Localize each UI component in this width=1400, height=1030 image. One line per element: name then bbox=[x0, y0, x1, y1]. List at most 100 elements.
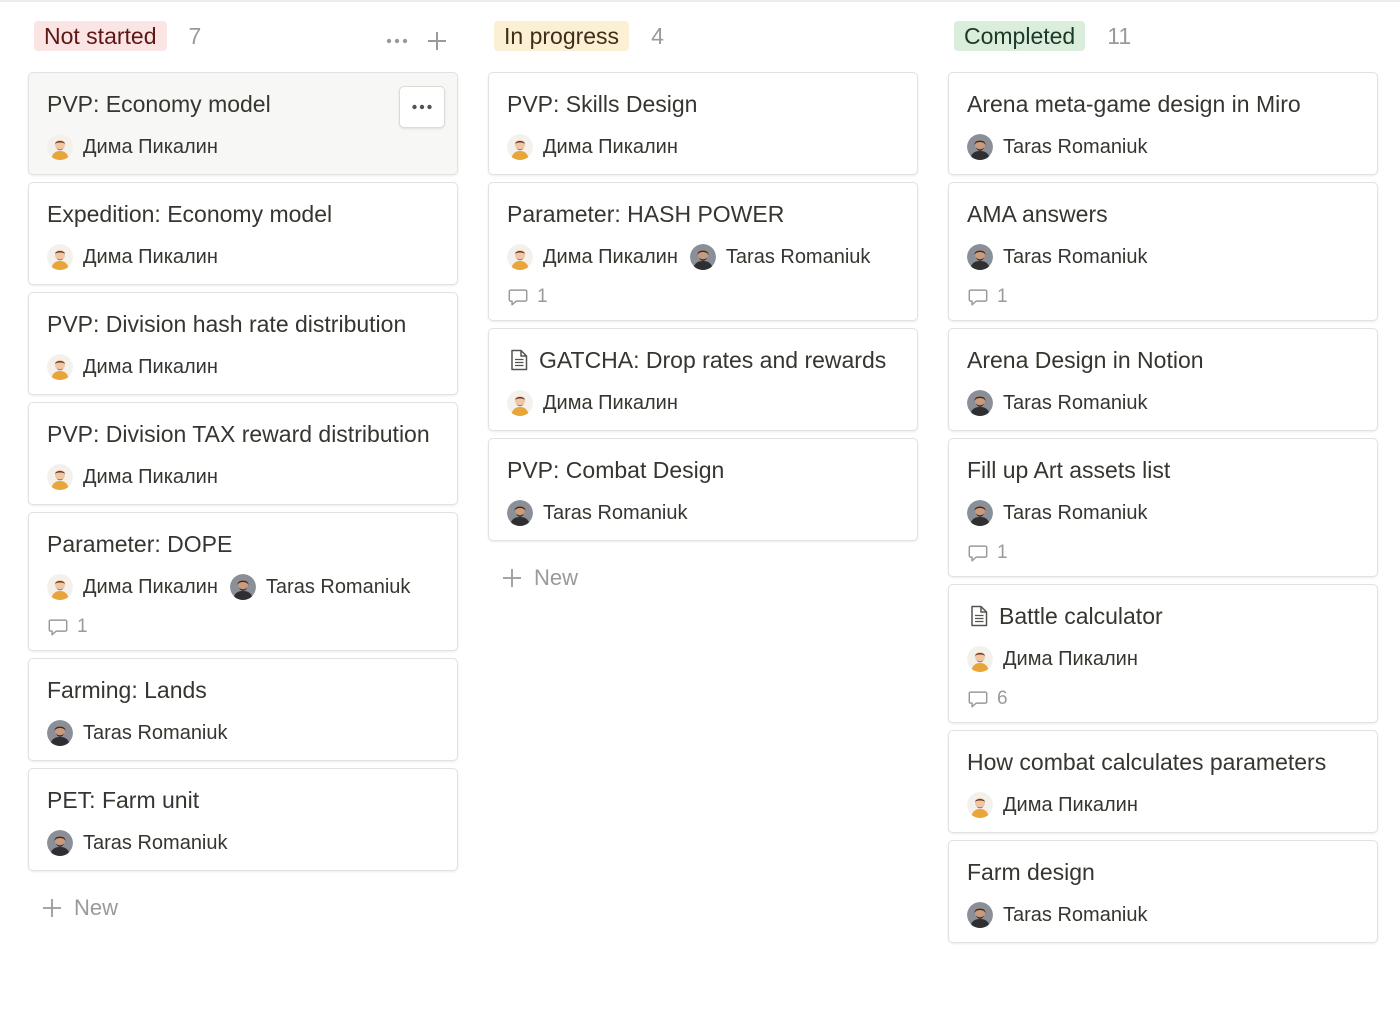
assignee: Дима Пикалин bbox=[967, 646, 1138, 672]
assignees: Taras Romaniuk bbox=[967, 496, 1359, 530]
assignees: Дима Пикалин Taras Romaniuk bbox=[507, 240, 899, 274]
kanban-board: Not started 7 PVP: Economy model Дима Пикал… bbox=[28, 0, 1378, 943]
task-card[interactable]: Parameter: DOPE Дима Пикалин Taras Romaniu… bbox=[28, 512, 458, 651]
avatar bbox=[47, 134, 73, 160]
assignee: Taras Romaniuk bbox=[967, 134, 1148, 160]
comment-indicator: 6 bbox=[967, 686, 1359, 712]
task-card[interactable]: PVP: Division TAX reward distribution Дим… bbox=[28, 402, 458, 505]
assignee-name: Дима Пикалин bbox=[1003, 647, 1138, 670]
assignee-name: Taras Romaniuk bbox=[1003, 903, 1148, 926]
assignee-name: Taras Romaniuk bbox=[1003, 501, 1148, 524]
comment-indicator: 1 bbox=[507, 284, 899, 310]
assignee: Дима Пикалин bbox=[47, 574, 218, 600]
assignees: Дима Пикалин Taras Romaniuk bbox=[47, 570, 439, 604]
card-list: Arena meta-game design in Miro Taras Roma… bbox=[948, 72, 1378, 943]
card-title-text: PVP: Combat Design bbox=[507, 457, 725, 483]
assignee-name: Дима Пикалин bbox=[83, 135, 218, 158]
card-title: Parameter: DOPE bbox=[47, 527, 439, 562]
card-title: How combat calculates parameters bbox=[967, 745, 1359, 780]
card-title: PET: Farm unit bbox=[47, 783, 439, 818]
card-menu-button[interactable] bbox=[399, 86, 445, 128]
assignee: Taras Romaniuk bbox=[967, 500, 1148, 526]
assignee: Taras Romaniuk bbox=[690, 244, 870, 270]
assignee: Taras Romaniuk bbox=[967, 902, 1148, 928]
column-count: 11 bbox=[1107, 22, 1132, 49]
task-card[interactable]: PVP: Division hash rate distribution Дима… bbox=[28, 292, 458, 395]
assignee-name: Дима Пикалин bbox=[83, 245, 218, 268]
card-title-text: Farm design bbox=[967, 859, 1095, 885]
task-card[interactable]: Farming: Lands Taras Romaniuk bbox=[28, 658, 458, 761]
column-header: In progress 4 bbox=[488, 0, 918, 72]
assignees: Дима Пикалин bbox=[47, 460, 439, 494]
status-badge[interactable]: In progress bbox=[494, 21, 630, 51]
status-badge[interactable]: Not started bbox=[34, 21, 167, 51]
task-card[interactable]: Arena meta-game design in Miro Taras Roma… bbox=[948, 72, 1378, 175]
avatar bbox=[967, 500, 993, 526]
assignee-name: Дима Пикалин bbox=[543, 245, 678, 268]
card-title-text: Expedition: Economy model bbox=[47, 201, 333, 227]
assignees: Дима Пикалин bbox=[967, 642, 1359, 676]
task-card[interactable]: How combat calculates parameters Дима Пик… bbox=[948, 730, 1378, 833]
task-card[interactable]: GATCHA: Drop rates and rewards Дима Пикал… bbox=[488, 328, 918, 431]
task-card[interactable]: PVP: Economy model Дима Пикалин bbox=[28, 72, 458, 175]
card-title: Battle calculator bbox=[967, 599, 1359, 634]
column-more-button[interactable] bbox=[384, 28, 410, 54]
assignees: Taras Romaniuk bbox=[507, 496, 899, 530]
assignees: Taras Romaniuk bbox=[967, 240, 1359, 274]
task-card[interactable]: PVP: Skills Design Дима Пикалин bbox=[488, 72, 918, 175]
avatar bbox=[507, 134, 533, 160]
comment-count: 1 bbox=[997, 542, 1008, 563]
card-title-text: Arena Design in Notion bbox=[967, 347, 1204, 373]
card-title: PVP: Division hash rate distribution bbox=[47, 307, 439, 342]
assignees: Taras Romaniuk bbox=[967, 130, 1359, 164]
status-badge[interactable]: Completed bbox=[954, 21, 1086, 51]
more-horizontal-icon bbox=[386, 38, 408, 44]
avatar bbox=[47, 574, 73, 600]
task-card[interactable]: PVP: Combat Design Taras Romaniuk bbox=[488, 438, 918, 541]
assignee: Дима Пикалин bbox=[47, 354, 218, 380]
task-card[interactable]: Expedition: Economy model Дима Пикалин bbox=[28, 182, 458, 285]
card-title-text: How combat calculates parameters bbox=[967, 749, 1327, 775]
column-count: 7 bbox=[188, 22, 202, 49]
task-card[interactable]: Battle calculator Дима Пикалин 6 bbox=[948, 584, 1378, 723]
assignee: Taras Romaniuk bbox=[967, 390, 1148, 416]
task-card[interactable]: AMA answers Taras Romaniuk 1 bbox=[948, 182, 1378, 321]
avatar bbox=[967, 134, 993, 160]
task-card[interactable]: Parameter: HASH POWER Дима Пикалин Taras R… bbox=[488, 182, 918, 321]
task-card[interactable]: PET: Farm unit Taras Romaniuk bbox=[28, 768, 458, 871]
assignee-name: Taras Romaniuk bbox=[83, 831, 228, 854]
assignees: Дима Пикалин bbox=[507, 386, 899, 420]
comment-indicator: 1 bbox=[47, 614, 439, 640]
card-title: GATCHA: Drop rates and rewards bbox=[507, 343, 899, 378]
task-card[interactable]: Arena Design in Notion Taras Romaniuk bbox=[948, 328, 1378, 431]
task-card[interactable]: Farm design Taras Romaniuk bbox=[948, 840, 1378, 943]
task-card[interactable]: Fill up Art assets list Taras Romaniuk 1 bbox=[948, 438, 1378, 577]
card-title: AMA answers bbox=[967, 197, 1359, 232]
avatar bbox=[47, 464, 73, 490]
assignee-name: Taras Romaniuk bbox=[1003, 135, 1148, 158]
avatar bbox=[47, 830, 73, 856]
avatar bbox=[967, 792, 993, 818]
column-count: 4 bbox=[651, 22, 664, 49]
assignee: Taras Romaniuk bbox=[230, 574, 411, 600]
new-card-button[interactable]: New bbox=[28, 893, 458, 923]
assignees: Taras Romaniuk bbox=[47, 826, 439, 860]
assignee-name: Taras Romaniuk bbox=[265, 575, 411, 598]
comment-indicator: 1 bbox=[967, 540, 1359, 566]
card-title: PVP: Skills Design bbox=[507, 87, 899, 122]
card-title: Farm design bbox=[967, 855, 1359, 890]
assignee: Дима Пикалин bbox=[967, 792, 1138, 818]
assignees: Taras Romaniuk bbox=[967, 386, 1359, 420]
assignee: Дима Пикалин bbox=[47, 134, 218, 160]
new-card-button[interactable]: New bbox=[488, 563, 918, 593]
avatar bbox=[507, 390, 533, 416]
assignee-name: Дима Пикалин bbox=[83, 575, 218, 598]
avatar bbox=[47, 720, 73, 746]
plus-icon bbox=[43, 899, 61, 917]
card-title-text: GATCHA: Drop rates and rewards bbox=[539, 347, 887, 373]
card-title: Expedition: Economy model bbox=[47, 197, 439, 232]
card-title-text: Battle calculator bbox=[999, 603, 1163, 629]
column-add-button[interactable] bbox=[424, 28, 450, 54]
plus-icon bbox=[503, 569, 521, 587]
assignees: Дима Пикалин bbox=[47, 350, 439, 384]
